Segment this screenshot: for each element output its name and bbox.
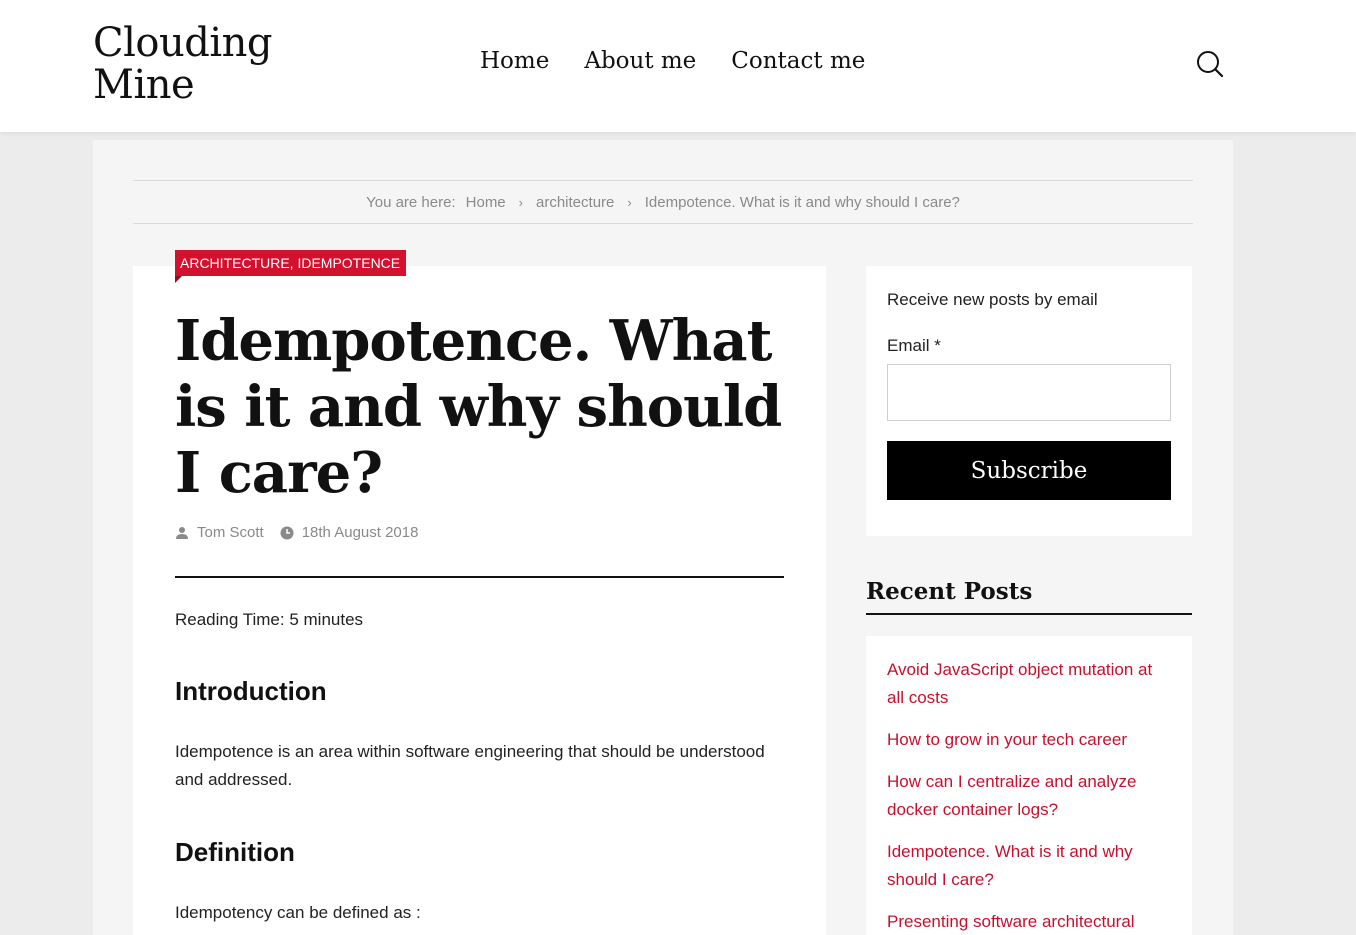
subscribe-button[interactable]: Subscribe [887,441,1171,500]
breadcrumb: You are here: Home › architecture › Idem… [133,180,1193,224]
clock-icon [280,526,294,539]
recent-posts-list: Avoid JavaScript object mutation at all … [887,656,1171,935]
site-header: Clouding Mine Home About me Contact me [0,0,1356,132]
section-heading-introduction: Introduction [175,676,327,706]
post-date[interactable]: 18th August 2018 [280,524,419,541]
site-title-line2: Mine [93,62,195,108]
breadcrumb-prefix: You are here: [366,193,456,211]
recent-post-link[interactable]: Avoid JavaScript object mutation at all … [887,660,1152,707]
main-nav: Home About me Contact me [480,48,900,74]
site-title-line1: Clouding [93,20,273,66]
post-article: ARCHITECTURE, IDEMPOTENCE Idempotence. W… [133,250,826,935]
email-field[interactable] [887,364,1171,421]
recent-post-link[interactable]: Presenting software architectural [887,912,1135,931]
breadcrumb-home[interactable]: Home [466,194,506,211]
subscribe-widget: Receive new posts by email Email * Subsc… [866,266,1192,536]
list-item: How to grow in your tech career [887,726,1171,754]
nav-item-about-me[interactable]: About me [584,48,696,74]
list-item: How can I centralize and analyze docker … [887,768,1171,824]
section-text-introduction: Idempotence is an area within software e… [175,742,765,789]
title-divider [175,576,784,578]
subscribe-intro: Receive new posts by email [887,290,1098,309]
recent-post-link[interactable]: How to grow in your tech career [887,730,1127,749]
post-meta: Tom Scott 18th August 2018 [175,524,434,541]
date-text: 18th August 2018 [301,524,419,541]
reading-time: Reading Time: 5 minutes [175,610,364,629]
category-badge[interactable]: ARCHITECTURE, IDEMPOTENCE [175,250,407,283]
search-icon [1197,51,1224,78]
site-title-link[interactable]: Clouding Mine [93,22,313,106]
post-title: Idempotence. What is it and why should I… [175,308,782,506]
section-text-definition: Idempotency can be defined as : [175,903,421,922]
email-label: Email * [887,336,941,355]
post-author[interactable]: Tom Scott [175,524,264,541]
list-item: Idempotence. What is it and why should I… [887,838,1171,894]
section-heading-definition: Definition [175,837,295,867]
breadcrumb-current: Idempotence. What is it and why should I… [644,193,960,211]
recent-post-link[interactable]: Idempotence. What is it and why should I… [887,842,1133,889]
list-item: Avoid JavaScript object mutation at all … [887,656,1171,712]
content-wrapper: You are here: Home › architecture › Idem… [93,140,1233,935]
nav-item-home[interactable]: Home [480,48,549,74]
author-name: Tom Scott [197,524,264,541]
recent-posts-widget: Avoid JavaScript object mutation at all … [866,636,1192,935]
breadcrumb-separator: › [518,194,523,210]
nav-item-contact-me[interactable]: Contact me [731,48,865,74]
list-item: Presenting software architectural [887,908,1171,935]
recent-posts-title: Recent Posts [866,578,1192,615]
recent-post-link[interactable]: How can I centralize and analyze docker … [887,772,1136,819]
breadcrumb-architecture[interactable]: architecture [536,194,614,211]
user-icon [176,526,188,539]
search-button[interactable] [1195,49,1225,79]
breadcrumb-separator: › [627,194,632,210]
